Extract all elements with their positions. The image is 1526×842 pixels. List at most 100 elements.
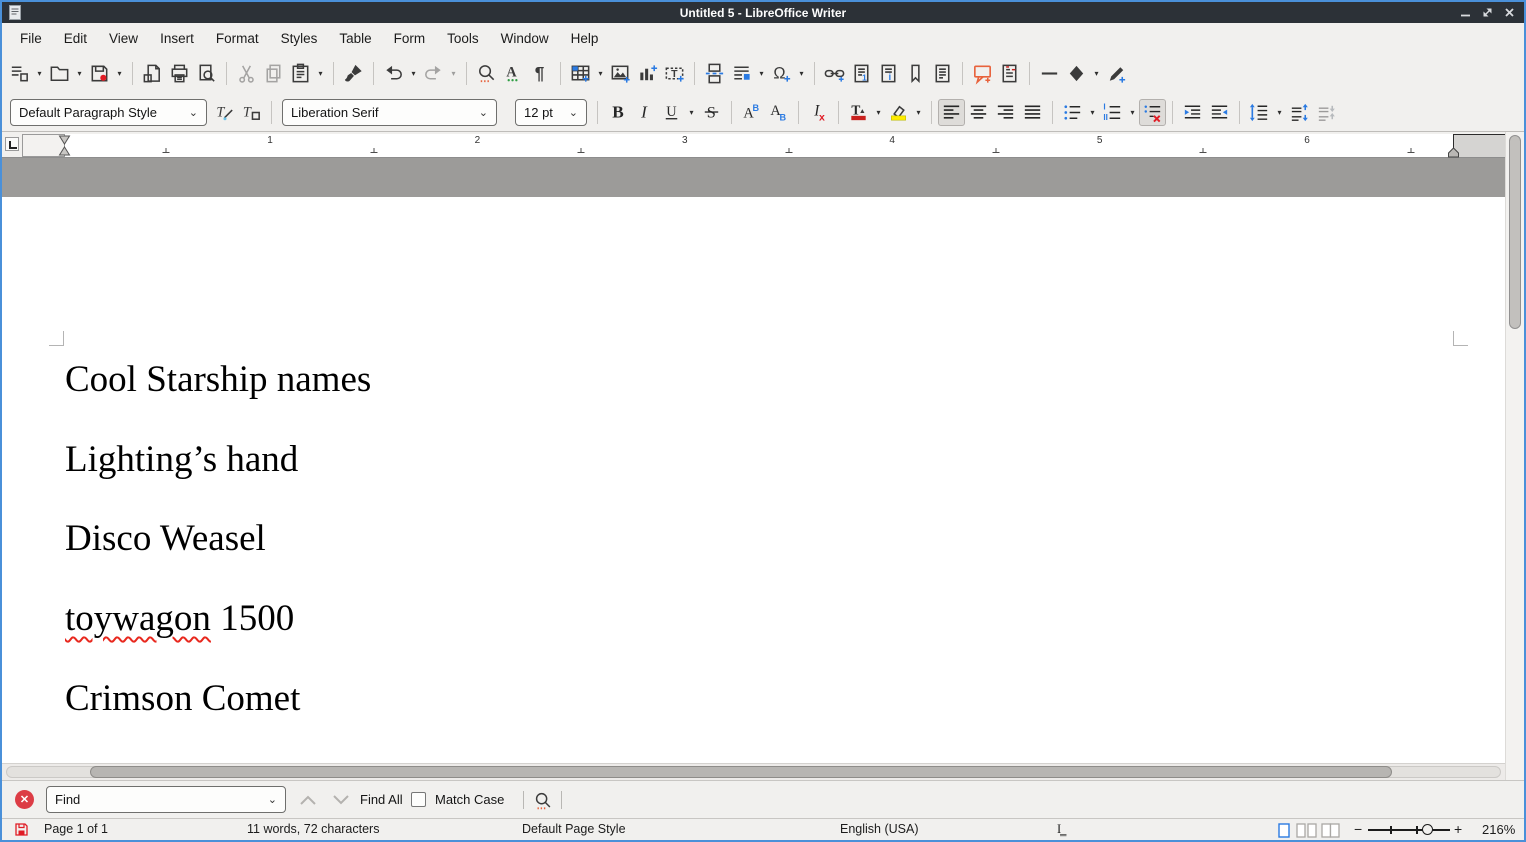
horizontal-ruler[interactable]: 123456 (2, 132, 1505, 158)
justify-button[interactable] (1019, 99, 1046, 126)
font-name-dropdown-icon[interactable]: ⌄ (473, 106, 488, 119)
find-history-dropdown-icon[interactable]: ⌄ (268, 793, 277, 806)
book-view-icon[interactable] (1321, 823, 1340, 841)
font-color-button[interactable]: T (845, 99, 872, 126)
close-find-bar-button[interactable]: ✕ (15, 790, 34, 809)
zoom-slider-track[interactable] (1368, 829, 1450, 831)
horizontal-scrollbar-thumb[interactable] (90, 766, 1392, 778)
new-document-button[interactable] (6, 60, 33, 87)
clone-formatting-button[interactable] (340, 60, 367, 87)
zoom-in-button[interactable]: + (1454, 821, 1462, 837)
strikethrough-button[interactable]: S (698, 99, 725, 126)
insert-cross-reference-button[interactable] (929, 60, 956, 87)
tab-stop-selector[interactable] (5, 137, 19, 151)
export-pdf-button[interactable] (139, 60, 166, 87)
menu-table[interactable]: Table (328, 25, 382, 52)
page-count[interactable]: Page 1 of 1 (44, 822, 108, 836)
menu-edit[interactable]: Edit (53, 25, 98, 52)
basic-shapes-button[interactable] (1063, 60, 1090, 87)
no-list-button[interactable] (1139, 99, 1166, 126)
insert-hyperlink-button[interactable] (821, 60, 848, 87)
insert-line-button[interactable] (1036, 60, 1063, 87)
font-size-dropdown-icon[interactable]: ⌄ (563, 106, 578, 119)
insert-chart-button[interactable] (634, 60, 661, 87)
minimize-button[interactable] (1458, 5, 1473, 20)
increase-indent-button[interactable] (1179, 99, 1206, 126)
insert-endnote-button[interactable]: i (875, 60, 902, 87)
highlight-color-dropdown-arrow[interactable]: ▾ (912, 99, 925, 126)
vertical-scrollbar[interactable] (1505, 132, 1524, 780)
insert-footnote-button[interactable]: 1 (848, 60, 875, 87)
close-button[interactable] (1502, 5, 1517, 20)
zoom-slider-thumb[interactable] (1422, 824, 1433, 835)
page-style[interactable]: Default Page Style (522, 822, 626, 836)
show-draw-functions-button[interactable] (1103, 60, 1130, 87)
vertical-scrollbar-thumb[interactable] (1509, 135, 1521, 329)
word-count[interactable]: 11 words, 72 characters (247, 822, 379, 836)
insert-special-character-button[interactable]: Ω (768, 60, 795, 87)
undo-button[interactable] (380, 60, 407, 87)
increase-paragraph-spacing-button[interactable] (1286, 99, 1313, 126)
insert-comment-button[interactable] (969, 60, 996, 87)
update-style-button[interactable]: T (211, 99, 238, 126)
font-color-dropdown-arrow[interactable]: ▾ (872, 99, 885, 126)
print-button[interactable] (166, 60, 193, 87)
align-left-button[interactable] (938, 99, 965, 126)
menu-view[interactable]: View (98, 25, 149, 52)
paragraph-style-dropdown-icon[interactable]: ⌄ (183, 106, 198, 119)
find-previous-button[interactable] (295, 789, 321, 811)
menu-form[interactable]: Form (383, 25, 437, 52)
horizontal-scrollbar[interactable] (2, 763, 1505, 780)
single-page-view-icon[interactable] (1278, 823, 1290, 841)
paragraph-style-combo[interactable]: Default Paragraph Style⌄ (10, 99, 207, 126)
underline-dropdown-arrow[interactable]: ▾ (685, 99, 698, 126)
find-next-button[interactable] (328, 789, 354, 811)
clear-formatting-button[interactable]: Ix (805, 99, 832, 126)
menu-help[interactable]: Help (560, 25, 610, 52)
line-spacing-button[interactable] (1246, 99, 1273, 126)
superscript-button[interactable]: AB (738, 99, 765, 126)
find-input[interactable]: Find ⌄ (46, 786, 286, 813)
highlight-color-button[interactable] (885, 99, 912, 126)
print-preview-button[interactable] (193, 60, 220, 87)
new-document-dropdown-arrow[interactable]: ▾ (33, 60, 46, 87)
font-name-combo[interactable]: Liberation Serif⌄ (282, 99, 497, 126)
insert-special-character-dropdown-arrow[interactable]: ▾ (795, 60, 808, 87)
bullet-list-dropdown-arrow[interactable]: ▾ (1086, 99, 1099, 126)
insert-mode-indicator[interactable]: I‗ (1057, 822, 1065, 837)
menu-format[interactable]: Format (205, 25, 270, 52)
formatting-marks-button[interactable]: ¶ (527, 60, 554, 87)
find-and-replace-button[interactable] (473, 60, 500, 87)
save-dropdown-arrow[interactable]: ▾ (113, 60, 126, 87)
decrease-indent-button[interactable] (1206, 99, 1233, 126)
menu-file[interactable]: File (9, 25, 53, 52)
match-case-checkbox[interactable] (411, 792, 426, 807)
zoom-level[interactable]: 216% (1482, 822, 1515, 837)
bullet-list-button[interactable] (1059, 99, 1086, 126)
paste-button[interactable] (287, 60, 314, 87)
subscript-button[interactable]: AB (765, 99, 792, 126)
new-style-button[interactable]: T (238, 99, 265, 126)
menu-insert[interactable]: Insert (149, 25, 205, 52)
language[interactable]: English (USA) (840, 822, 919, 836)
bold-button[interactable]: B (604, 99, 631, 126)
open-file-dropdown-arrow[interactable]: ▾ (73, 60, 86, 87)
track-changes-button[interactable] (996, 60, 1023, 87)
save-button[interactable] (86, 60, 113, 87)
multi-page-view-icon[interactable] (1296, 823, 1317, 841)
align-right-button[interactable] (992, 99, 1019, 126)
italic-button[interactable]: I (631, 99, 658, 126)
find-all-button[interactable]: Find All (360, 792, 403, 807)
insert-table-dropdown-arrow[interactable]: ▾ (594, 60, 607, 87)
menu-tools[interactable]: Tools (436, 25, 490, 52)
basic-shapes-dropdown-arrow[interactable]: ▾ (1090, 60, 1103, 87)
underline-button[interactable]: U (658, 99, 685, 126)
line-spacing-dropdown-arrow[interactable]: ▾ (1273, 99, 1286, 126)
menu-window[interactable]: Window (490, 25, 560, 52)
find-and-replace-icon[interactable] (530, 788, 555, 813)
paste-dropdown-arrow[interactable]: ▾ (314, 60, 327, 87)
numbered-list-dropdown-arrow[interactable]: ▾ (1126, 99, 1139, 126)
open-file-button[interactable] (46, 60, 73, 87)
insert-field-dropdown-arrow[interactable]: ▾ (755, 60, 768, 87)
insert-table-button[interactable] (567, 60, 594, 87)
